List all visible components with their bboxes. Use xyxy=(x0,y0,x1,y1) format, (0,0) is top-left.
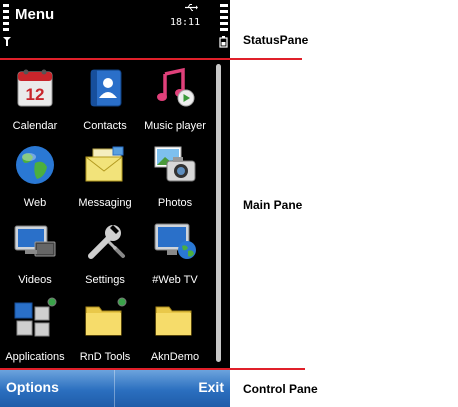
wrench-icon xyxy=(88,225,125,259)
music-player-icon xyxy=(157,67,195,107)
control-pane-divider-line xyxy=(0,368,305,370)
video-monitor-icon xyxy=(14,225,56,257)
calendar-icon: 12 xyxy=(17,69,53,107)
app-grid: 12 Calendar Contacts Music player Web Me… xyxy=(0,58,212,366)
app-calendar[interactable]: 12 Calendar xyxy=(0,58,70,135)
app-label: Photos xyxy=(157,197,193,209)
antenna-icon xyxy=(3,37,11,46)
exit-softkey[interactable]: Exit xyxy=(198,379,224,395)
envelope-icon xyxy=(85,146,124,182)
options-softkey[interactable]: Options xyxy=(6,379,59,395)
status-pane-divider-line xyxy=(0,58,302,60)
battery-icon xyxy=(219,36,228,48)
app-web[interactable]: Web xyxy=(0,135,70,212)
scrollbar[interactable] xyxy=(216,64,221,362)
main-pane: 12 Calendar Contacts Music player Web Me… xyxy=(0,58,230,368)
app-label: Music player xyxy=(144,120,206,132)
page-title: Menu xyxy=(15,6,55,23)
web-tv-icon xyxy=(154,223,196,259)
status-pane-annotation: StatusPane xyxy=(243,33,309,47)
app-akndemo[interactable]: AknDemo xyxy=(140,289,210,366)
app-messaging[interactable]: Messaging xyxy=(70,135,140,212)
app-label: #Web TV xyxy=(152,274,198,286)
control-pane: Options Exit xyxy=(0,370,230,407)
app-music-player[interactable]: Music player xyxy=(140,58,210,135)
clock: 18:11 xyxy=(170,17,201,28)
status-pane: Menu 18:11 xyxy=(0,0,230,52)
phone-screen: Menu 18:11 12 Calendar Contacts Music pl… xyxy=(0,0,230,407)
app-applications[interactable]: Applications xyxy=(0,289,70,366)
app-settings[interactable]: Settings xyxy=(70,212,140,289)
camera-icon xyxy=(154,146,196,182)
contacts-icon xyxy=(90,69,122,107)
softkey-divider xyxy=(114,370,115,407)
usb-icon xyxy=(185,4,198,11)
globe-icon xyxy=(16,146,54,184)
app-contacts[interactable]: Contacts xyxy=(70,58,140,135)
control-pane-annotation: Control Pane xyxy=(243,382,318,396)
app-videos[interactable]: Videos xyxy=(0,212,70,289)
svg-text:12: 12 xyxy=(26,85,45,104)
app-rnd-tools[interactable]: RnD Tools xyxy=(70,289,140,366)
app-label: AknDemo xyxy=(150,351,200,363)
folder-icon xyxy=(85,297,127,336)
battery-level-icon xyxy=(220,4,228,32)
app-web-tv[interactable]: #Web TV xyxy=(140,212,210,289)
signal-strength-icon xyxy=(3,4,9,32)
folder-icon xyxy=(155,306,192,336)
app-photos[interactable]: Photos xyxy=(140,135,210,212)
applications-icon xyxy=(14,297,57,337)
main-pane-annotation: Main Pane xyxy=(243,198,303,212)
